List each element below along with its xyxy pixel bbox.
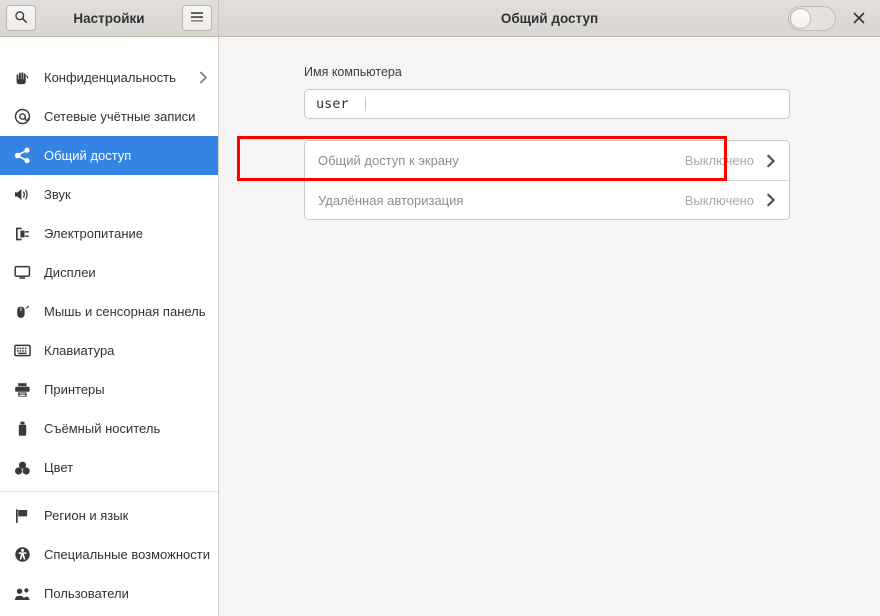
screen-sharing-label: Общий доступ к экрану (318, 153, 685, 168)
window-body: Конфиденциальность (0, 37, 880, 616)
main-menu-button[interactable] (182, 5, 212, 31)
sidebar-item-label: Принтеры (44, 382, 208, 397)
sidebar-item-sound[interactable]: Звук (0, 175, 218, 214)
mouse-icon (13, 304, 31, 320)
printer-icon (13, 382, 31, 398)
monitor-icon (13, 265, 31, 280)
close-window-button[interactable] (850, 9, 868, 27)
speaker-icon (13, 187, 31, 202)
sidebar-item-region-language[interactable]: Регион и язык (0, 496, 218, 535)
settings-content: Имя компьютера user Общий доступ к экран… (304, 65, 790, 220)
sharing-master-toggle[interactable] (788, 6, 836, 31)
header-bar-sidebar-section: Настройки (0, 0, 219, 36)
remote-login-label: Удалённая авторизация (318, 193, 685, 208)
hamburger-menu-icon (190, 11, 204, 26)
header-bar-content-section: Общий доступ (219, 0, 880, 36)
sidebar-item-removable-media[interactable]: Съёмный носитель (0, 409, 218, 448)
remote-login-row[interactable]: Удалённая авторизация Выключено (305, 180, 789, 219)
computer-name-input[interactable]: user (304, 89, 790, 119)
sidebar-item-privacy[interactable]: Конфиденциальность (0, 58, 218, 97)
sidebar-scroll-area: Конфиденциальность (0, 37, 218, 616)
sidebar-item-keyboard[interactable]: Клавиатура (0, 331, 218, 370)
computer-name-label: Имя компьютера (304, 65, 790, 79)
sidebar-item-label: Клавиатура (44, 343, 208, 358)
sidebar-item-label: Общий доступ (44, 148, 208, 163)
sidebar-item-users[interactable]: Пользователи (0, 574, 218, 613)
sidebar-item-label: Конфиденциальность (44, 70, 186, 85)
sidebar-item-online-accounts[interactable]: Сетевые учётные записи (0, 97, 218, 136)
sidebar-item-label: Мышь и сенсорная панель (44, 304, 208, 319)
sidebar-item-partial-above[interactable] (0, 37, 218, 58)
header-bar-controls (788, 6, 880, 31)
sidebar-item-displays[interactable]: Дисплеи (0, 253, 218, 292)
sharing-settings-panel: Имя компьютера user Общий доступ к экран… (219, 37, 880, 616)
sidebar-item-label: Цвет (44, 460, 208, 475)
sidebar-item-mouse-touchpad[interactable]: Мышь и сенсорная панель (0, 292, 218, 331)
app-title: Настройки (36, 11, 182, 26)
accessibility-icon (13, 546, 31, 563)
remote-login-status: Выключено (685, 193, 754, 208)
flag-icon (13, 508, 31, 524)
screen-sharing-status: Выключено (685, 153, 754, 168)
sidebar-item-label: Электропитание (44, 226, 208, 241)
sidebar-item-label: Специальные возможности (44, 547, 210, 562)
sidebar-item-sharing[interactable]: Общий доступ (0, 136, 218, 175)
sidebar-item-label: Съёмный носитель (44, 421, 208, 436)
chevron-right-icon (199, 71, 208, 84)
search-button[interactable] (6, 5, 36, 31)
hand-icon (13, 70, 31, 86)
at-sign-icon (13, 108, 31, 125)
sidebar-separator (0, 491, 218, 492)
keyboard-icon (13, 344, 31, 357)
sidebar-item-label: Сетевые учётные записи (44, 109, 208, 124)
sidebar-item-label: Пользователи (44, 586, 208, 601)
chevron-right-icon (766, 193, 776, 207)
users-icon (13, 587, 31, 601)
sidebar-item-accessibility[interactable]: Специальные возможности (0, 535, 218, 574)
sidebar-item-printers[interactable]: Принтеры (0, 370, 218, 409)
toggle-knob (790, 8, 811, 29)
sidebar-item-power[interactable]: Электропитание (0, 214, 218, 253)
page-title: Общий доступ (219, 11, 880, 26)
color-circles-icon (13, 460, 31, 476)
header-bar: Настройки Общий доступ (0, 0, 880, 37)
share-nodes-icon (13, 147, 31, 164)
search-icon (14, 10, 28, 27)
computer-name-value: user (316, 96, 349, 112)
sidebar-item-label: Дисплеи (44, 265, 208, 280)
sharing-options-list: Общий доступ к экрану Выключено Удалённа… (304, 140, 790, 220)
sidebar-item-color[interactable]: Цвет (0, 448, 218, 487)
power-plug-icon (13, 226, 31, 242)
settings-window: Настройки Общий доступ (0, 0, 880, 616)
screen-sharing-row[interactable]: Общий доступ к экрану Выключено (305, 141, 789, 180)
sidebar-item-label: Звук (44, 187, 208, 202)
text-caret (365, 97, 366, 111)
chevron-right-icon (766, 154, 776, 168)
sidebar-item-label: Регион и язык (44, 508, 208, 523)
settings-sidebar[interactable]: Конфиденциальность (0, 37, 219, 616)
usb-drive-icon (13, 421, 31, 437)
